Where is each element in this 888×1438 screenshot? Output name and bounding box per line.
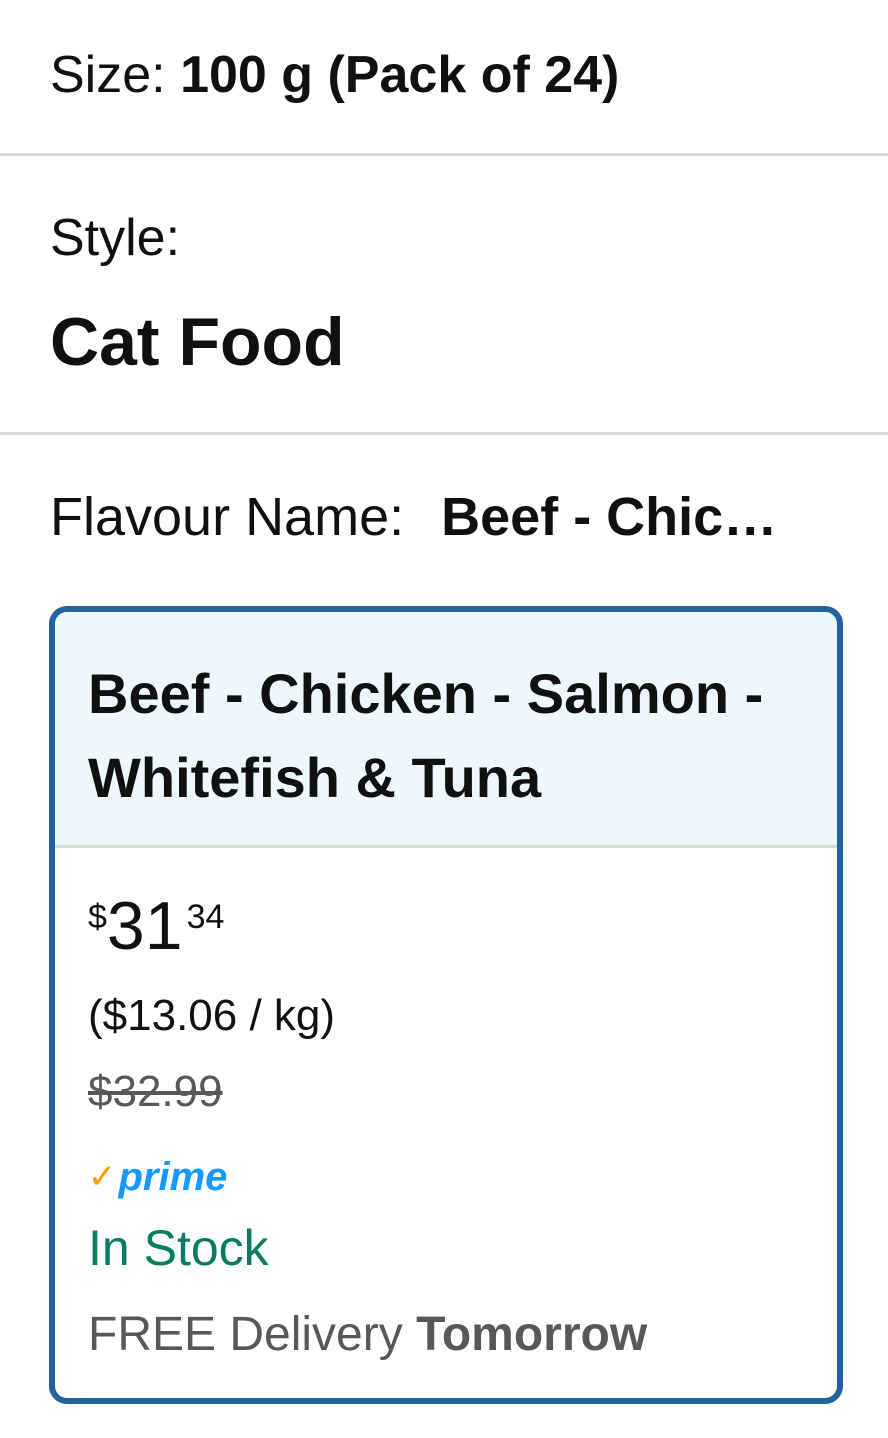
delivery-date: Tomorrow [416, 1308, 648, 1361]
style-label: Style: [50, 209, 181, 267]
option-card-header: Beef - Chicken - Salmon - Whitefish & Tu… [55, 612, 837, 848]
price-whole: 31 [106, 888, 183, 964]
size-selector-row[interactable]: Size: 100 g (Pack of 24) [50, 40, 619, 110]
size-value: 100 g (Pack of 24) [180, 46, 620, 104]
stock-status: In Stock [88, 1220, 269, 1276]
flavour-name-row: Flavour Name: Beef - Chic… [50, 482, 860, 552]
delivery-prefix: FREE Delivery [88, 1308, 403, 1361]
size-label: Size: [50, 46, 166, 104]
unit-price: ($13.06 / kg) [88, 991, 336, 1040]
delivery-info: FREE Delivery Tomorrow [88, 1304, 647, 1366]
divider [0, 153, 888, 156]
flavour-label: Flavour Name: [50, 487, 405, 547]
style-value[interactable]: Cat Food [50, 302, 345, 382]
price-symbol: $ [88, 898, 107, 936]
prime-logo-text: prime [118, 1154, 228, 1199]
flavour-value: Beef - Chic… [441, 487, 778, 547]
prime-check-icon: ✓ [88, 1158, 117, 1196]
price: $31 34 [88, 886, 224, 966]
flavour-option-card[interactable]: Beef - Chicken - Salmon - Whitefish & Tu… [49, 606, 843, 1404]
list-price: $32.99 [88, 1067, 223, 1116]
price-fraction: 34 [186, 898, 225, 936]
option-title: Beef - Chicken - Salmon - Whitefish & Tu… [88, 662, 764, 809]
divider [0, 432, 888, 435]
prime-badge: ✓ prime [88, 1152, 227, 1202]
